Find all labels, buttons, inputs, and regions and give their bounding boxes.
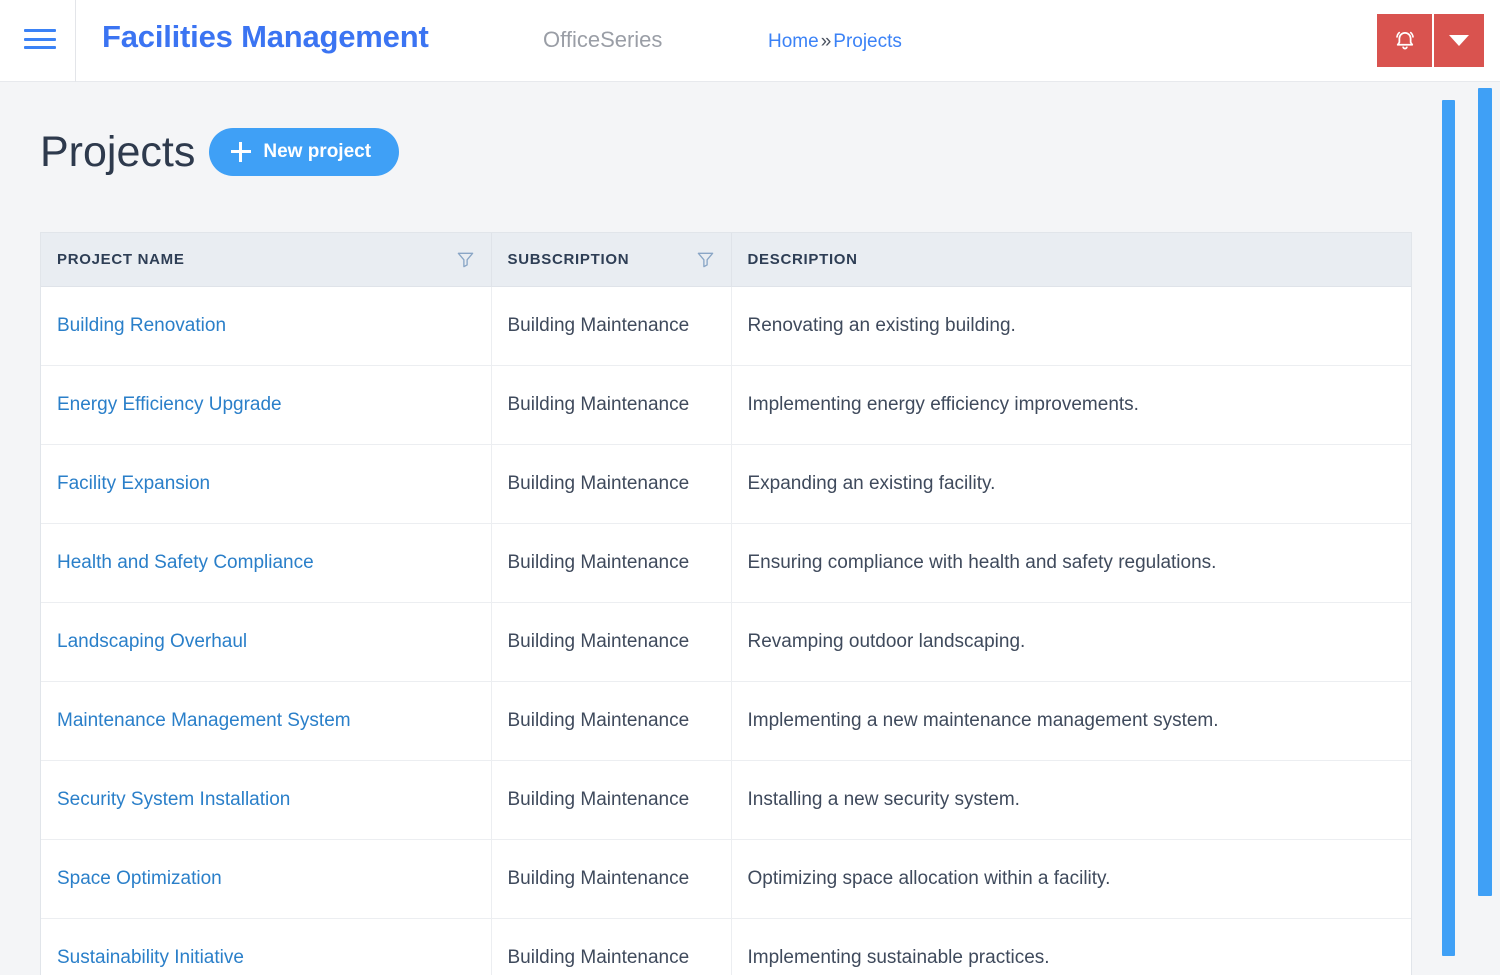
cell-project-name: Maintenance Management System (41, 681, 492, 761)
cell-project-name: Space Optimization (41, 839, 492, 919)
filter-funnel-icon-project-name[interactable] (456, 250, 475, 269)
project-link[interactable]: Health and Safety Compliance (57, 552, 314, 573)
projects-table: PROJECT NAME SUBSCRIPTION DESCRIPTION Bu… (41, 233, 1411, 975)
cell-subscription: Building Maintenance (491, 760, 732, 840)
table-row: Maintenance Management System Building Ma… (41, 681, 1411, 761)
column-header-label: DESCRIPTION (747, 250, 858, 268)
cell-description: Ensuring compliance with health and safe… (731, 523, 1411, 603)
table-row: Energy Efficiency Upgrade Building Mainte… (41, 365, 1411, 445)
cell-project-name: Landscaping Overhaul (41, 602, 492, 682)
filter-funnel-icon-subscription[interactable] (696, 250, 715, 269)
project-link[interactable]: Maintenance Management System (57, 710, 351, 731)
app-header: Facilities Management OfficeSeries Home»… (0, 0, 1500, 82)
cell-project-name: Facility Expansion (41, 444, 492, 524)
table-row: Health and Safety Compliance Building Mai… (41, 523, 1411, 603)
app-brand-title: Facilities Management (102, 19, 429, 54)
header-dropdown-button[interactable] (1434, 14, 1484, 67)
content-vertical-scrollbar[interactable] (1442, 100, 1455, 956)
hamburger-line (24, 29, 56, 32)
project-link[interactable]: Landscaping Overhaul (57, 631, 247, 652)
cell-description: Implementing energy efficiency improveme… (731, 365, 1411, 445)
cell-subscription: Building Maintenance (491, 286, 732, 366)
column-header-description[interactable]: DESCRIPTION (731, 233, 1411, 287)
breadcrumb-item-home[interactable]: Home (768, 31, 819, 52)
breadcrumb-separator: » (820, 31, 832, 52)
table-row: Sustainability Initiative Building Mainte… (41, 918, 1411, 975)
cell-subscription: Building Maintenance (491, 365, 732, 445)
breadcrumb-item-projects[interactable]: Projects (833, 31, 902, 52)
cell-project-name: Sustainability Initiative (41, 918, 492, 975)
cell-description: Expanding an existing facility. (731, 444, 1411, 524)
caret-down-icon (1449, 35, 1469, 46)
cell-description: Optimizing space allocation within a fac… (731, 839, 1411, 919)
cell-subscription: Building Maintenance (491, 839, 732, 919)
cell-description: Installing a new security system. (731, 760, 1411, 840)
cell-description: Renovating an existing building. (731, 286, 1411, 366)
projects-table-container: PROJECT NAME SUBSCRIPTION DESCRIPTION Bu… (40, 232, 1412, 975)
table-row: Building Renovation Building Maintenance R… (41, 286, 1411, 366)
bell-icon (1395, 31, 1414, 49)
plus-icon (231, 142, 252, 162)
column-header-subscription[interactable]: SUBSCRIPTION (491, 233, 732, 287)
cell-subscription: Building Maintenance (491, 602, 732, 682)
window-vertical-scrollbar[interactable] (1478, 88, 1492, 896)
table-row: Landscaping Overhaul Building Maintenance… (41, 602, 1411, 682)
cell-description: Implementing sustainable practices. (731, 918, 1411, 975)
cell-description: Revamping outdoor landscaping. (731, 602, 1411, 682)
page-title: Projects (40, 127, 196, 176)
new-project-label: New project (263, 141, 372, 162)
table-header-row: PROJECT NAME SUBSCRIPTION DESCRIPTION (41, 233, 1411, 287)
breadcrumb: Home» Projects (768, 31, 902, 53)
column-header-project-name[interactable]: PROJECT NAME (41, 233, 492, 287)
table-row: Facility Expansion Building Maintenance Ex… (41, 444, 1411, 524)
cell-description: Implementing a new maintenance managemen… (731, 681, 1411, 761)
column-header-label: SUBSCRIPTION (507, 250, 630, 268)
new-project-button[interactable]: New project (209, 128, 400, 176)
cell-project-name: Energy Efficiency Upgrade (41, 365, 492, 445)
project-link[interactable]: Building Renovation (57, 315, 226, 336)
app-brand-subtitle: OfficeSeries (543, 27, 663, 52)
table-head: PROJECT NAME SUBSCRIPTION DESCRIPTION (41, 233, 1411, 287)
header-actions (1377, 14, 1484, 67)
project-link[interactable]: Security System Installation (57, 789, 290, 810)
project-link[interactable]: Space Optimization (57, 868, 222, 889)
project-link[interactable]: Sustainability Initiative (57, 947, 244, 968)
page-header-row: Projects New project (40, 127, 400, 176)
project-link[interactable]: Energy Efficiency Upgrade (57, 394, 282, 415)
column-header-label: PROJECT NAME (57, 250, 185, 268)
cell-subscription: Building Maintenance (491, 523, 732, 603)
cell-project-name: Security System Installation (41, 760, 492, 840)
hamburger-line (24, 37, 56, 41)
hamburger-line (24, 46, 56, 49)
notifications-button[interactable] (1377, 14, 1434, 67)
cell-subscription: Building Maintenance (491, 681, 732, 761)
cell-subscription: Building Maintenance (491, 444, 732, 524)
hamburger-menu-icon[interactable] (24, 26, 56, 52)
cell-subscription: Building Maintenance (491, 918, 732, 975)
cell-project-name: Building Renovation (41, 286, 492, 366)
table-row: Security System Installation Building Mai… (41, 760, 1411, 840)
header-divider (75, 0, 76, 82)
page-content: Projects New project PROJECT NAME SUBSCR… (0, 82, 1435, 975)
project-link[interactable]: Facility Expansion (57, 473, 210, 494)
cell-project-name: Health and Safety Compliance (41, 523, 492, 603)
table-row: Space Optimization Building Maintenance Op… (41, 839, 1411, 919)
table-body: Building Renovation Building Maintenance R… (41, 286, 1411, 975)
